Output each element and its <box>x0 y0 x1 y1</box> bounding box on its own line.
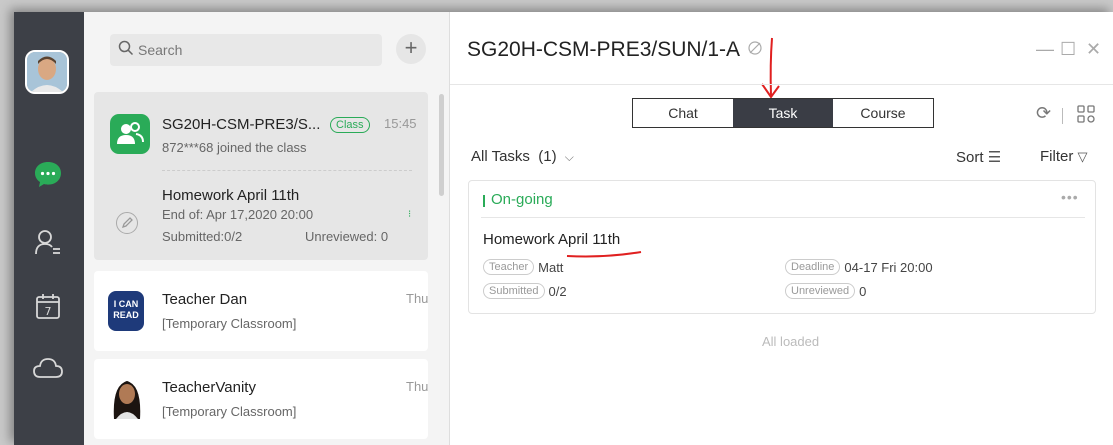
teacher-vanity-subtitle: [Temporary Classroom] <box>162 404 297 419</box>
add-button[interactable]: + <box>396 34 426 64</box>
homework-end: End of: Apr 17,2020 20:00 <box>162 207 314 222</box>
task-divider <box>481 217 1085 218</box>
search-box[interactable] <box>110 34 382 66</box>
i-can-read-logo: I CAN READ <box>108 291 144 331</box>
chat-icon[interactable] <box>30 156 66 192</box>
conversation-list: + SG20H-CSM-PRE3/S... Class 15:45 872***… <box>84 12 450 445</box>
page-title: SG20H-CSM-PRE3/SUN/1-A <box>467 38 763 62</box>
class-badge: Class <box>330 117 370 133</box>
list-item-teacher-dan[interactable]: I CAN READ Teacher Dan Thu [Temporary Cl… <box>94 271 428 351</box>
all-loaded-footer: All loaded <box>762 334 820 349</box>
annotation-underline <box>566 251 642 258</box>
tab-course[interactable]: Course <box>833 99 933 127</box>
annotation-arrow <box>761 37 780 99</box>
tab-chat[interactable]: Chat <box>633 99 733 127</box>
class-subtitle: 872***68 joined the class <box>162 140 307 155</box>
close-icon[interactable]: ✕ <box>1086 39 1101 60</box>
class-group-icon <box>110 114 150 154</box>
teacher-dan-time: Thu <box>406 291 429 306</box>
status-bar-icon <box>483 195 485 207</box>
app-window: 7 + <box>14 12 1113 445</box>
task-submitted: Submitted 0/2 <box>483 283 567 299</box>
calendar-icon[interactable]: 7 <box>30 288 66 324</box>
more-icon[interactable]: ••• <box>1061 189 1079 205</box>
list-item-teacher-vanity[interactable]: TeacherVanity Thu [Temporary Classroom] <box>94 359 428 439</box>
homework-icon <box>116 212 138 234</box>
minimize-icon[interactable]: — <box>1036 39 1054 60</box>
homework-unreviewed: Unreviewed: 0 <box>305 229 389 244</box>
search-icon <box>118 40 134 61</box>
all-tasks-dropdown[interactable]: All Tasks (1) ⌵ <box>471 148 574 165</box>
tab-task[interactable]: Task <box>733 99 833 127</box>
calendar-day: 7 <box>45 305 52 318</box>
header-divider <box>450 84 1113 85</box>
teacher-vanity-time: Thu <box>406 379 429 394</box>
task-teacher: Teacher Matt <box>483 259 563 275</box>
teacher-dan-title: Teacher Dan <box>162 291 248 308</box>
divider <box>162 170 412 171</box>
class-time: 15:45 <box>384 116 417 131</box>
teacher-vanity-title: TeacherVanity <box>162 379 256 396</box>
list-scrollbar[interactable] <box>439 94 444 196</box>
task-deadline: Deadline 04-17 Fri 20:00 <box>785 259 933 275</box>
main-panel: SG20H-CSM-PRE3/SUN/1-A — ☐ ✕ Chat Task C… <box>450 12 1113 445</box>
maximize-icon[interactable]: ☐ <box>1060 39 1076 60</box>
sort-icon: ☰ <box>987 149 1002 166</box>
user-avatar[interactable] <box>25 50 69 94</box>
left-rail: 7 <box>14 12 84 445</box>
refresh-icon[interactable]: ⟳ <box>1036 103 1051 124</box>
view-tabs: Chat Task Course <box>632 98 934 128</box>
teacher-vanity-avatar <box>108 375 146 419</box>
homework-title: Homework April 11th <box>162 187 300 204</box>
search-input[interactable] <box>138 42 378 58</box>
contacts-icon[interactable] <box>30 224 66 260</box>
task-title[interactable]: Homework April 11th <box>483 231 620 248</box>
class-title: SG20H-CSM-PRE3/S... <box>162 116 321 133</box>
apps-icon[interactable] <box>1076 104 1096 129</box>
progress-dots-icon: ⁝ <box>408 209 412 220</box>
cloud-icon[interactable] <box>30 350 66 386</box>
task-unreviewed: Unreviewed 0 <box>785 283 866 299</box>
chevron-down-icon: ⌵ <box>564 150 574 164</box>
list-item-class[interactable]: SG20H-CSM-PRE3/S... Class 15:45 872***68… <box>94 92 428 260</box>
homework-submitted: Submitted:0/2 <box>162 229 243 244</box>
filter-icon: ▽ <box>1077 149 1088 164</box>
teacher-dan-subtitle: [Temporary Classroom] <box>162 316 297 331</box>
filter-button[interactable]: Filter ▽ <box>1040 148 1088 165</box>
toolbar-separator <box>1062 108 1063 124</box>
task-card[interactable]: On-going ••• Homework April 11th Teacher… <box>468 180 1096 314</box>
sort-button[interactable]: Sort ☰ <box>956 148 1001 166</box>
task-section-label: On-going <box>491 191 553 208</box>
